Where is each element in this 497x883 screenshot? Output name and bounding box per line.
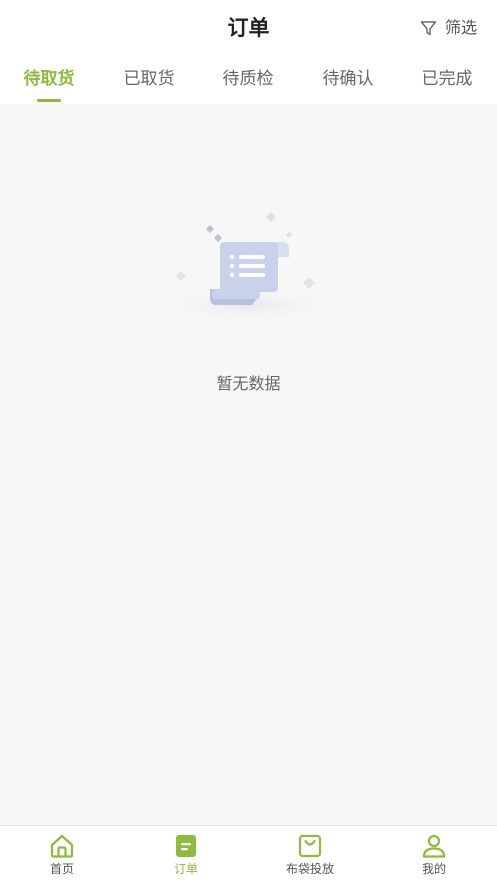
tab-label: 待确认 bbox=[322, 69, 374, 89]
tabbar-label: 我的 bbox=[421, 862, 446, 876]
tabbar-item-home[interactable]: 首页 bbox=[0, 826, 124, 883]
tab-pending-pickup[interactable]: 待取货 bbox=[18, 62, 80, 104]
user-icon bbox=[422, 834, 446, 858]
empty-scroll-icon bbox=[148, 205, 348, 323]
order-icon bbox=[176, 835, 196, 857]
active-tab-indicator bbox=[37, 99, 61, 102]
home-icon bbox=[50, 834, 74, 858]
filter-label: 筛选 bbox=[444, 18, 477, 37]
empty-state: 暂无数据 bbox=[0, 200, 497, 400]
tab-completed[interactable]: 已完成 bbox=[416, 62, 478, 104]
tabbar-label: 布袋投放 bbox=[285, 862, 334, 876]
bag-icon bbox=[298, 834, 322, 858]
tab-pending-inspection[interactable]: 待质检 bbox=[217, 62, 279, 104]
tab-label: 待取货 bbox=[23, 69, 75, 89]
tabbar-item-profile[interactable]: 我的 bbox=[372, 826, 496, 883]
tabbar-item-bag-delivery[interactable]: 布袋投放 bbox=[248, 826, 372, 883]
tab-label: 待质检 bbox=[222, 69, 274, 89]
tabbar-label: 首页 bbox=[49, 862, 74, 876]
tabbar-label: 订单 bbox=[173, 862, 198, 876]
header: 订单 筛选 待取货 已取货 待质检 待确认 已完成 bbox=[0, 0, 497, 104]
tabbar-item-orders[interactable]: 订单 bbox=[124, 826, 248, 883]
order-status-tabs: 待取货 已取货 待质检 待确认 已完成 bbox=[0, 62, 497, 104]
empty-state-text: 暂无数据 bbox=[216, 374, 281, 393]
bottom-tab-bar: 首页 订单 布袋投放 我的 bbox=[0, 825, 497, 883]
filter-icon bbox=[420, 20, 437, 37]
filter-button[interactable]: 筛选 bbox=[420, 16, 477, 40]
tab-label: 已完成 bbox=[421, 69, 473, 89]
tab-label: 已取货 bbox=[123, 69, 175, 89]
tab-pending-confirmation[interactable]: 待确认 bbox=[317, 62, 379, 104]
tab-picked-up[interactable]: 已取货 bbox=[118, 62, 180, 104]
